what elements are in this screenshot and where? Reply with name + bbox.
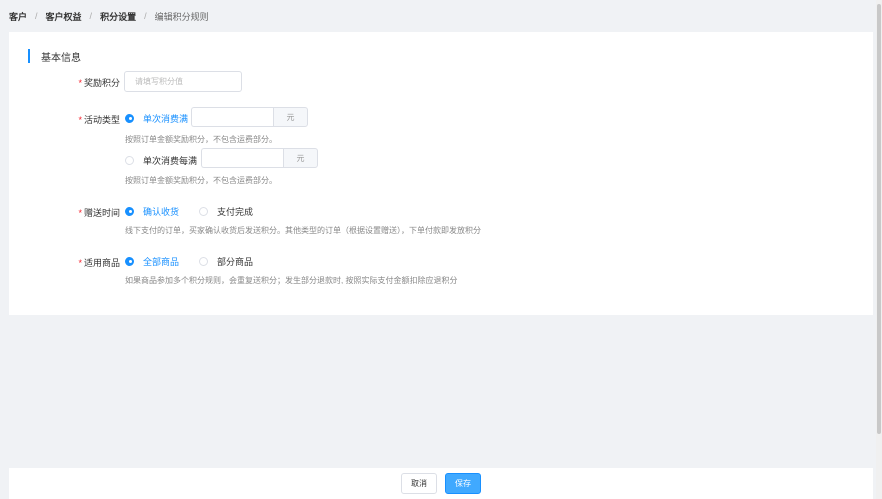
breadcrumb-separator: / bbox=[89, 11, 93, 21]
unit-addon: 元 bbox=[273, 107, 308, 127]
breadcrumb-item-customer-benefits[interactable]: 客户权益 bbox=[46, 10, 82, 23]
radio-unchecked-icon bbox=[125, 155, 134, 165]
every-purchase-amount-input[interactable] bbox=[201, 148, 283, 168]
radio-checked-icon bbox=[125, 256, 134, 266]
breadcrumb-separator: / bbox=[144, 11, 147, 21]
radio-unchecked-icon bbox=[199, 256, 208, 266]
every-purchase-amount-group: 元 bbox=[201, 148, 318, 168]
breadcrumb-item-customer[interactable]: 客户 bbox=[9, 10, 27, 23]
radio-every-purchase-label: 单次消费每满 bbox=[143, 155, 198, 166]
breadcrumb-separator: / bbox=[35, 11, 38, 21]
radio-some-products-label: 部分商品 bbox=[217, 256, 254, 267]
footer-actions: 取消 保存 bbox=[9, 468, 873, 499]
points-label-text: 奖励积分 bbox=[83, 78, 120, 88]
form-card: 基本信息 * 奖励积分 请填写积分值 * 活动类型 单次消费满 元 按照订单金额奖励… bbox=[9, 32, 873, 315]
cancel-button[interactable]: 取消 bbox=[401, 473, 437, 494]
radio-confirm-receipt[interactable]: 确认收货 bbox=[125, 205, 179, 217]
every-purchase-hint: 按照订单金额奖励积分，不包含运费部分。 bbox=[125, 176, 277, 185]
points-label: * 奖励积分 bbox=[60, 76, 120, 89]
radio-all-products-label: 全部商品 bbox=[143, 256, 180, 267]
radio-single-purchase[interactable]: 单次消费满 bbox=[125, 112, 188, 124]
radio-some-products[interactable]: 部分商品 bbox=[199, 255, 253, 267]
required-mark: * bbox=[78, 78, 82, 88]
radio-confirm-receipt-label: 确认收货 bbox=[143, 206, 180, 217]
radio-checked-icon bbox=[125, 113, 134, 123]
radio-every-purchase[interactable]: 单次消费每满 bbox=[125, 154, 197, 166]
products-hint: 如果商品参加多个积分规则，会重复送积分；发生部分退款时, 按照实际支付金额扣除应… bbox=[125, 276, 458, 285]
radio-unchecked-icon bbox=[199, 206, 208, 216]
radio-single-purchase-label: 单次消费满 bbox=[143, 113, 189, 124]
unit-addon: 元 bbox=[283, 148, 318, 168]
required-mark: * bbox=[78, 115, 82, 125]
section-accent-bar bbox=[28, 49, 30, 63]
gift-time-label-text: 赠送时间 bbox=[83, 208, 120, 218]
radio-payment-complete-label: 支付完成 bbox=[217, 206, 254, 217]
single-purchase-amount-input[interactable] bbox=[191, 107, 273, 127]
required-mark: * bbox=[78, 258, 82, 268]
activity-type-label-text: 活动类型 bbox=[83, 115, 120, 125]
breadcrumb: 客户 / 客户权益 / 积分设置 / 编辑积分规则 bbox=[0, 0, 882, 32]
save-button[interactable]: 保存 bbox=[445, 473, 481, 494]
radio-payment-complete[interactable]: 支付完成 bbox=[199, 205, 253, 217]
breadcrumb-item-points-settings[interactable]: 积分设置 bbox=[100, 10, 136, 23]
points-input[interactable]: 请填写积分值 bbox=[124, 71, 242, 92]
products-label-text: 适用商品 bbox=[83, 258, 120, 268]
points-input-placeholder: 请填写积分值 bbox=[135, 77, 183, 86]
required-mark: * bbox=[78, 208, 82, 218]
gift-time-hint: 线下支付的订单，买家确认收货后发送积分。其他类型的订单（根据设置赠送），下单付款… bbox=[125, 226, 481, 235]
products-label: * 适用商品 bbox=[60, 256, 120, 269]
breadcrumb-item-current: 编辑积分规则 bbox=[154, 11, 209, 22]
section-title: 基本信息 bbox=[41, 52, 81, 64]
page: 客户 / 客户权益 / 积分设置 / 编辑积分规则 基本信息 * 奖励积分 请填写… bbox=[0, 0, 882, 499]
radio-all-products[interactable]: 全部商品 bbox=[125, 255, 179, 267]
gift-time-label: * 赠送时间 bbox=[60, 206, 120, 219]
radio-checked-icon bbox=[125, 206, 134, 216]
scrollbar-thumb[interactable] bbox=[877, 4, 881, 434]
activity-type-label: * 活动类型 bbox=[60, 113, 120, 126]
section-header: 基本信息 bbox=[28, 49, 81, 64]
single-purchase-hint: 按照订单金额奖励积分，不包含运费部分。 bbox=[125, 135, 277, 144]
single-purchase-amount-group: 元 bbox=[191, 107, 308, 127]
